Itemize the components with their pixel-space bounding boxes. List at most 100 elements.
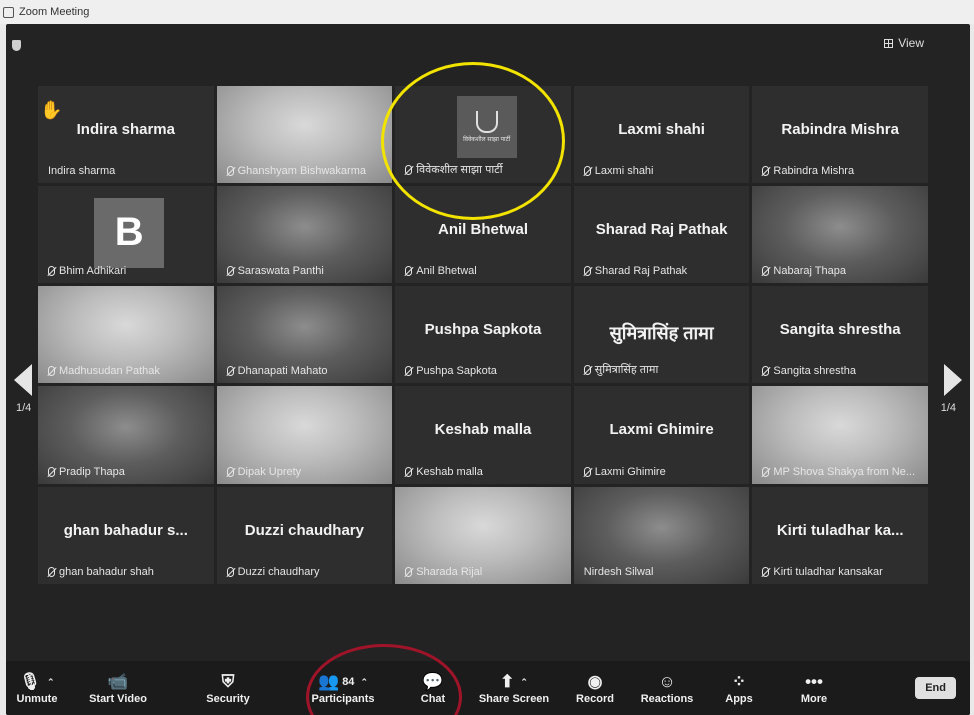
reactions-icon: ☺ bbox=[658, 672, 676, 691]
more-button[interactable]: ••• More bbox=[774, 661, 854, 715]
mic-muted-icon bbox=[583, 364, 591, 375]
participant-name: Rabindra Mishra bbox=[773, 165, 855, 178]
raise-hand-icon: ✋ bbox=[40, 100, 63, 120]
participant-tile[interactable]: B Bhim Adhikari bbox=[38, 186, 214, 284]
participant-tile[interactable]: Sharada Rijal bbox=[395, 486, 571, 584]
participant-tile[interactable]: Laxmi Ghimire Laxmi Ghimire bbox=[573, 386, 750, 484]
participant-name: Keshab malla bbox=[416, 465, 483, 478]
participant-name: Sharada Rijal bbox=[416, 565, 483, 578]
apps-button[interactable]: ⁘ Apps bbox=[704, 661, 774, 715]
participant-name-label: Anil Bhetwal bbox=[405, 265, 477, 277]
share-screen-button[interactable]: ⬆ ⌃ Share Screen bbox=[468, 661, 560, 715]
app-icon bbox=[3, 6, 14, 18]
end-button[interactable]: End bbox=[915, 677, 956, 699]
meeting-toolbar: 🎙 ⌃ Unmute 📹 Start Video ⛨ Security 👥 84 ⌃ … bbox=[6, 661, 970, 715]
mic-muted-icon bbox=[762, 466, 770, 477]
previous-page-arrow[interactable] bbox=[14, 364, 32, 396]
unmute-label: Unmute bbox=[16, 693, 58, 705]
participant-display-name: Laxmi Ghimire bbox=[609, 421, 714, 439]
participant-tile[interactable]: Nabaraj Thapa bbox=[752, 186, 928, 284]
highlight-circle-yellow bbox=[381, 62, 565, 220]
participant-tile[interactable]: Madhusudan Pathak bbox=[38, 286, 214, 384]
record-icon: ◉ bbox=[587, 672, 603, 691]
participant-tile[interactable]: Ghanshyam Bishwakarma bbox=[216, 86, 393, 184]
participant-tile[interactable]: Duzzi chaudhary Duzzi chaudhary bbox=[216, 486, 393, 584]
participant-display-name: Duzzi chaudhary bbox=[244, 521, 364, 539]
participant-display-name: Keshab malla bbox=[434, 421, 532, 439]
participant-name-label: Dipak Uprety bbox=[226, 466, 301, 478]
participant-name-label: Pradip Thapa bbox=[48, 466, 125, 478]
participant-name: Sharad Raj Pathak bbox=[594, 265, 688, 278]
participant-name: Ghanshyam Bishwakarma bbox=[237, 165, 366, 178]
mic-muted-icon bbox=[583, 166, 591, 177]
participant-display-name: Rabindra Mishra bbox=[781, 120, 899, 138]
participant-tile[interactable]: Pradip Thapa bbox=[38, 386, 214, 484]
security-button[interactable]: ⛨ Security bbox=[168, 661, 288, 715]
participant-tile[interactable]: सुमित्रासिंह तामा सुमित्रासिंह तामा bbox=[573, 286, 750, 384]
participant-tile[interactable]: Nirdesh Silwal bbox=[573, 486, 750, 584]
chevron-up-icon[interactable]: ⌃ bbox=[520, 672, 528, 692]
mic-muted-icon bbox=[48, 466, 55, 477]
page-indicator-right: 1/4 bbox=[940, 402, 956, 414]
participant-tile[interactable]: Rabindra Mishra Rabindra Mishra bbox=[752, 86, 928, 184]
mic-muted-icon bbox=[405, 366, 413, 377]
participant-display-name: Laxmi shahi bbox=[618, 120, 705, 138]
participant-name: Sangita shrestha bbox=[773, 365, 856, 378]
participant-name-label: Indira sharma bbox=[48, 165, 115, 177]
participant-tile[interactable]: Dhanapati Mahato bbox=[216, 286, 393, 384]
participant-tile[interactable]: Saraswata Panthi bbox=[216, 186, 393, 284]
participant-name: MP Shova Shakya from Ne... bbox=[773, 465, 916, 478]
participant-tile[interactable]: Kirti tuladhar ka... Kirti tuladhar kansa… bbox=[752, 486, 928, 584]
mic-muted-icon bbox=[48, 366, 55, 377]
shield-icon[interactable] bbox=[12, 40, 21, 51]
participant-tile[interactable]: Pushpa Sapkota Pushpa Sapkota bbox=[395, 286, 571, 384]
participant-name-label: Sharada Rijal bbox=[405, 566, 482, 578]
unmute-button[interactable]: 🎙 ⌃ Unmute bbox=[6, 661, 68, 715]
participant-name-label: Sangita shrestha bbox=[762, 365, 856, 377]
apps-icon: ⁘ bbox=[731, 672, 747, 691]
participant-tile[interactable]: Sharad Raj Pathak Sharad Raj Pathak bbox=[573, 186, 750, 284]
participant-name: Saraswata Panthi bbox=[237, 265, 324, 278]
participant-name: Madhusudan Pathak bbox=[59, 365, 160, 378]
participant-name: Dhanapati Mahato bbox=[237, 365, 328, 378]
window-titlebar: Zoom Meeting bbox=[0, 0, 974, 24]
participant-display-name: Anil Bhetwal bbox=[437, 221, 528, 239]
mic-muted-icon bbox=[762, 566, 770, 577]
next-page-arrow[interactable] bbox=[944, 364, 962, 396]
reactions-button[interactable]: ☺ Reactions bbox=[630, 661, 704, 715]
participant-name: Pradip Thapa bbox=[59, 465, 125, 478]
participant-name-label: Dhanapati Mahato bbox=[226, 365, 328, 378]
participant-name-label: Nabaraj Thapa bbox=[762, 265, 846, 277]
share-screen-label: Share Screen bbox=[478, 693, 550, 705]
mic-muted-icon bbox=[762, 166, 770, 177]
participant-display-name: Pushpa Sapkota bbox=[424, 321, 542, 339]
participant-name-label: MP Shova Shakya from Ne... bbox=[762, 466, 915, 478]
mic-muted-icon bbox=[226, 166, 234, 177]
participant-tile[interactable]: Indira sharma Indira sharma bbox=[38, 86, 214, 184]
zoom-window: View ✋ 1/4 1/4 Indira sharma Indira sharm… bbox=[6, 24, 970, 715]
mic-muted-icon: 🎙 ⌃ bbox=[19, 672, 55, 692]
record-button[interactable]: ◉ Record bbox=[560, 661, 630, 715]
participant-name-label: सुमित्रासिंह तामा bbox=[583, 362, 659, 377]
reactions-label: Reactions bbox=[640, 693, 694, 705]
grid-icon bbox=[884, 38, 894, 48]
page-indicator-left: 1/4 bbox=[16, 402, 32, 414]
participant-tile[interactable]: Sangita shrestha Sangita shrestha bbox=[752, 286, 928, 384]
view-button[interactable]: View bbox=[884, 36, 924, 50]
participant-tile[interactable]: Dipak Uprety bbox=[216, 386, 393, 484]
participant-name: Anil Bhetwal bbox=[416, 265, 477, 278]
chevron-up-icon[interactable]: ⌃ bbox=[47, 672, 55, 692]
start-video-button[interactable]: 📹 Start Video bbox=[68, 661, 168, 715]
participant-tile[interactable]: ghan bahadur s... ghan bahadur shah bbox=[38, 486, 214, 584]
participant-tile[interactable]: Laxmi shahi Laxmi shahi bbox=[573, 86, 750, 184]
participant-name-label: Sharad Raj Pathak bbox=[583, 265, 688, 278]
participant-tile[interactable]: MP Shova Shakya from Ne... bbox=[752, 386, 928, 484]
participant-name-label: Madhusudan Pathak bbox=[48, 365, 160, 377]
mic-muted-icon bbox=[226, 266, 234, 277]
mic-muted-icon bbox=[762, 366, 770, 377]
participant-name: Laxmi Ghimire bbox=[594, 465, 666, 478]
participant-name-label: Nirdesh Silwal bbox=[584, 566, 654, 578]
security-label: Security bbox=[206, 693, 250, 705]
participant-name: सुमित्रासिंह तामा bbox=[594, 364, 659, 377]
participant-tile[interactable]: Keshab malla Keshab malla bbox=[395, 386, 571, 484]
